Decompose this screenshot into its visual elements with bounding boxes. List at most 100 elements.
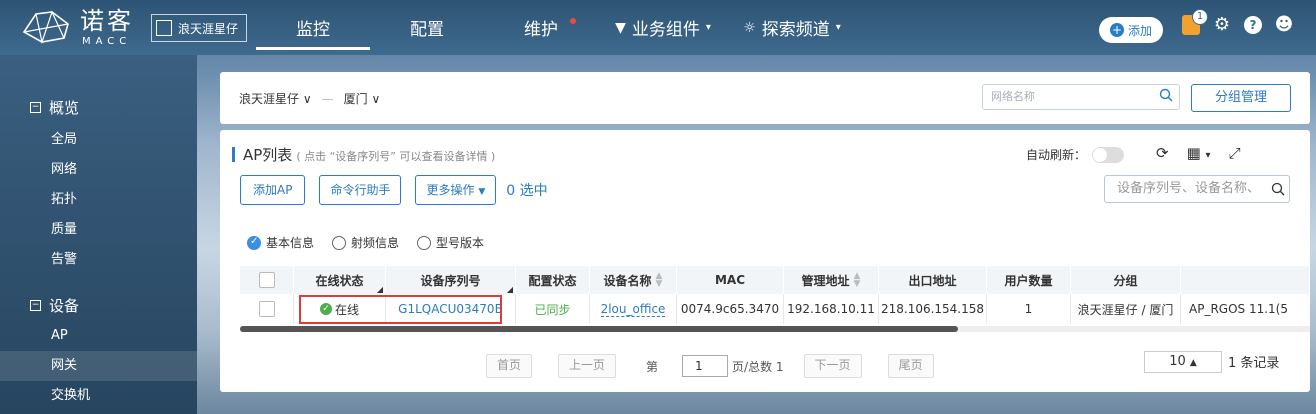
caret-down-icon: ▼ — [478, 187, 486, 197]
sort-icon[interactable]: ▲ ▼ — [854, 272, 861, 289]
prev-page-button[interactable]: 上一页 — [558, 354, 617, 378]
col-mgmt[interactable]: 管理地址 ▲ ▼ — [784, 266, 879, 294]
select-all-checkbox[interactable] — [258, 272, 275, 288]
notification-icon[interactable]: 1 — [1182, 9, 1208, 35]
col-serial[interactable]: 设备序列号 ◢ — [386, 266, 516, 294]
crumb-location-label: 厦门 — [343, 92, 368, 106]
radio-label: 基本信息 — [266, 236, 315, 250]
sidebar-group-label: 概览 — [49, 99, 80, 117]
col-status[interactable]: 在线状态 ◢ — [294, 266, 386, 294]
search-icon[interactable] — [1159, 88, 1173, 102]
sort-icon[interactable]: ▲ ▼ — [656, 272, 663, 289]
col-users[interactable]: 用户数量 — [987, 266, 1071, 294]
sidebar-item-switch[interactable]: 交换机 — [0, 381, 197, 411]
col-name-label: 设备名称 — [603, 273, 652, 288]
radio-basic-info[interactable]: 基本信息 — [247, 234, 314, 251]
fullscreen-icon[interactable]: ⤢ — [1229, 144, 1241, 162]
collapse-icon: − — [30, 102, 41, 113]
cell-group: 浪天涯星仔 / 厦门 — [1071, 294, 1181, 324]
sidebar-group-device[interactable]: − 设备 — [30, 295, 79, 316]
col-config[interactable]: 配置状态 — [516, 266, 590, 294]
breadcrumb: 浪天涯星仔 ∨ — 厦门 ∨ — [239, 90, 380, 107]
sidebar-item-global[interactable]: 全局 — [0, 125, 197, 155]
nav-monitor[interactable]: 监控 — [256, 0, 370, 55]
first-page-button[interactable]: 首页 — [486, 354, 533, 378]
last-page-button[interactable]: 尾页 — [887, 354, 934, 378]
search-icon[interactable] — [1271, 182, 1285, 196]
more-ops-label: 更多操作 — [426, 183, 475, 197]
add-ap-button[interactable]: 添加AP — [240, 175, 306, 205]
next-page-button[interactable]: 下一页 — [803, 354, 862, 378]
network-search-input[interactable]: 网络名称 — [982, 84, 1180, 110]
col-mgmt-label: 管理地址 — [801, 273, 850, 288]
user-icon[interactable]: ☻ — [1274, 15, 1294, 35]
panel-title: AP列表 ( 点击 “设备序列号” 可以查看设备详情 ) — [232, 144, 495, 165]
page-number-input[interactable]: 1 — [682, 355, 729, 377]
gear-icon[interactable]: ⚙ — [1212, 15, 1232, 35]
row-checkbox[interactable] — [258, 301, 275, 317]
ap-list-panel: AP列表 ( 点击 “设备序列号” 可以查看设备详情 ) 自动刷新： ⟳ ▦ ▾… — [220, 130, 1310, 392]
cmd-helper-button[interactable]: 命令行助手 — [319, 175, 402, 205]
crumb-tenant-label: 浪天涯星仔 — [239, 92, 300, 106]
group-manage-button[interactable]: 分组管理 — [1191, 84, 1291, 112]
sidebar-item-gateway[interactable]: 网关 — [0, 351, 197, 381]
col-name[interactable]: 设备名称 ▲ ▼ — [590, 266, 677, 294]
view-radio-group: 基本信息 射频信息 型号版本 — [247, 234, 484, 251]
pagination: 首页 上一页 第 1 页/总数 1 下一页 尾页 — [486, 354, 934, 378]
main-nav: 监控 配置 维护 ▼ 业务组件 ▾ ☼ 探索频道 ▾ — [256, 0, 856, 55]
nav-config[interactable]: 配置 — [370, 0, 484, 55]
crumb-location[interactable]: 厦门 ∨ — [344, 90, 381, 107]
more-ops-button[interactable]: 更多操作 ▼ — [415, 175, 497, 205]
selected-count: 0 选中 — [506, 183, 548, 199]
tenant-selector[interactable]: 浪天涯星仔 — [151, 14, 248, 42]
sidebar-item-ap[interactable]: AP — [0, 321, 197, 351]
auto-refresh-toggle[interactable] — [1092, 146, 1125, 163]
collapse-icon: − — [30, 300, 41, 311]
radio-label: 型号版本 — [436, 236, 485, 250]
sidebar-item-quality[interactable]: 质量 — [0, 215, 197, 245]
radio-model-version[interactable]: 型号版本 — [417, 234, 484, 251]
total-records: 1 条记录 — [1228, 356, 1280, 371]
add-button-label: 添加 — [1127, 23, 1152, 38]
radio-checked-icon — [247, 235, 261, 250]
tenant-checkbox-icon — [156, 20, 172, 36]
nav-business[interactable]: ▼ 业务组件 ▾ — [598, 0, 728, 55]
sidebar-item-network[interactable]: 网络 — [0, 155, 197, 185]
page-size-select[interactable]: 10 ▲ — [1144, 351, 1222, 373]
col-extra — [1181, 266, 1310, 294]
lightbulb-icon: ☼ — [743, 19, 756, 36]
scrollbar-thumb[interactable] — [240, 326, 958, 332]
help-icon[interactable]: ? — [1244, 16, 1262, 34]
refresh-icon[interactable]: ⟳ — [1156, 144, 1169, 162]
panel-title-text: AP列表 — [243, 146, 293, 164]
device-name-link[interactable]: 2lou_office — [600, 302, 666, 317]
sidebar-item-topology[interactable]: 拓扑 — [0, 185, 197, 215]
col-group[interactable]: 分组 — [1071, 266, 1181, 294]
nav-maintain-label: 维护 — [524, 20, 558, 40]
crumb-tenant[interactable]: 浪天涯星仔 ∨ — [239, 90, 312, 107]
highlight-box — [299, 295, 502, 324]
sidebar-item-alarm[interactable]: 告警 — [0, 245, 197, 275]
col-egress[interactable]: 出口地址 — [879, 266, 987, 294]
plus-icon: + — [1109, 23, 1124, 37]
col-serial-label: 设备序列号 — [420, 273, 481, 288]
column-settings-icon[interactable]: ▦ ▾ — [1187, 144, 1211, 162]
add-button[interactable]: + 添加 — [1099, 17, 1163, 43]
caret-up-icon: ▲ — [1189, 358, 1197, 368]
nav-explore[interactable]: ☼ 探索频道 ▾ — [728, 0, 856, 55]
select-all-cell — [240, 266, 294, 294]
cell-mgmt: 192.168.10.11 — [784, 294, 879, 324]
cell-mac: 0074.9c65.3470 — [677, 294, 784, 324]
horizontal-scrollbar[interactable] — [240, 326, 1310, 332]
device-search-input[interactable]: 设备序列号、设备名称、 — [1104, 175, 1290, 203]
nav-maintain[interactable]: 维护 — [484, 0, 598, 55]
crumb-separator: — — [321, 91, 334, 106]
cell-name: 2lou_office — [590, 294, 677, 324]
sidebar-group-overview[interactable]: − 概览 — [30, 97, 79, 118]
radio-rf-info[interactable]: 射频信息 — [332, 234, 399, 251]
device-search-placeholder: 设备序列号、设备名称、 — [1117, 181, 1261, 196]
brand-logo[interactable]: 诺客 MACC — [20, 8, 140, 48]
col-mac[interactable]: MAC — [677, 266, 784, 294]
panel-hint: ( 点击 “设备序列号” 可以查看设备详情 ) — [296, 150, 496, 163]
col-mac-label: MAC — [714, 273, 746, 287]
